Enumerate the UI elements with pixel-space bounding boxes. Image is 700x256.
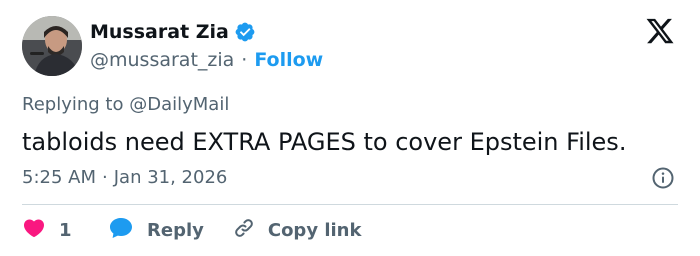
divider <box>22 204 678 205</box>
link-icon <box>232 216 256 244</box>
tweet-text: tabloids need EXTRA PAGES to cover Epste… <box>22 128 627 156</box>
reply-button[interactable]: Reply <box>108 215 204 245</box>
info-icon[interactable] <box>651 166 675 190</box>
avatar-image <box>22 16 82 76</box>
like-count: 1 <box>59 219 72 241</box>
handle-separator: · <box>241 49 248 71</box>
reply-context: Replying to @DailyMail <box>22 92 229 118</box>
heart-icon <box>22 216 46 244</box>
like-button[interactable]: 1 <box>22 216 86 244</box>
user-handle[interactable]: @mussarat_zia <box>90 49 234 71</box>
reply-context-prefix: Replying to <box>22 94 124 115</box>
avatar[interactable] <box>22 16 82 76</box>
verified-badge-icon <box>234 21 256 43</box>
x-logo-icon[interactable] <box>645 16 675 46</box>
action-bar: 1 Reply Copy link <box>22 214 361 246</box>
reply-context-mention[interactable]: @DailyMail <box>129 94 229 115</box>
tweet-time: 5:25 AM <box>22 167 96 188</box>
timestamp-separator: · <box>102 167 108 188</box>
display-name[interactable]: Mussarat Zia <box>90 21 229 43</box>
copy-link-button[interactable]: Copy link <box>232 216 362 244</box>
name-row: Mussarat Zia <box>90 18 256 46</box>
handle-row: @mussarat_zia · Follow <box>90 47 323 73</box>
tweet-card: Mussarat Zia @mussarat_zia · Follow Repl… <box>0 0 700 256</box>
tweet-date: Jan 31, 2026 <box>113 167 228 188</box>
reply-label: Reply <box>147 219 204 241</box>
follow-button[interactable]: Follow <box>254 49 323 71</box>
speech-bubble-icon <box>108 215 134 245</box>
tweet-timestamp[interactable]: 5:25 AM · Jan 31, 2026 <box>22 164 227 192</box>
copy-link-label: Copy link <box>267 219 362 241</box>
